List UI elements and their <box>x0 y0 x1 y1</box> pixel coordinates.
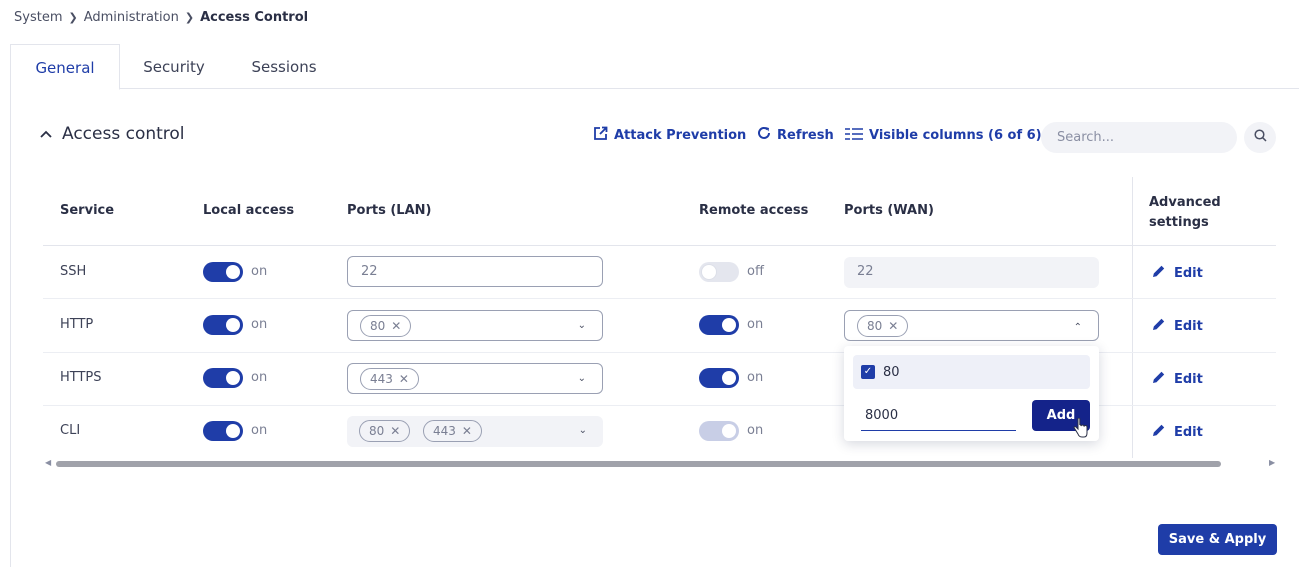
hand-pointer-icon <box>1073 417 1089 443</box>
chevron-up-icon[interactable]: ⌃ <box>1074 313 1082 342</box>
remote-access-state: on <box>747 370 764 385</box>
lan-ports-input[interactable]: 22 <box>347 256 603 287</box>
remote-access-state: on <box>747 423 764 438</box>
column-header-ports-lan: Ports (LAN) <box>347 203 432 218</box>
scroll-left-icon[interactable]: ◀ <box>45 458 51 467</box>
edit-button[interactable]: Edit <box>1152 423 1203 441</box>
remove-chip-icon[interactable]: ✕ <box>399 372 409 386</box>
save-apply-button[interactable]: Save & Apply <box>1158 524 1277 555</box>
checkbox-checked-icon[interactable]: ✓ <box>861 365 875 379</box>
remote-access-toggle <box>699 421 739 441</box>
column-header-advanced-settings: Advanced settings <box>1149 195 1221 230</box>
header-divider <box>43 245 1276 246</box>
column-header-service: Service <box>60 203 115 218</box>
local-access-state: on <box>251 370 268 385</box>
breadcrumb: System ❯ Administration ❯ Access Control <box>14 10 308 25</box>
port-chip: 443 ✕ <box>423 420 482 442</box>
attack-prevention-label: Attack Prevention <box>614 128 747 143</box>
search-button[interactable] <box>1244 122 1276 153</box>
pencil-icon <box>1152 317 1166 335</box>
port-chip: 80 ✕ <box>359 420 411 442</box>
tab-bar: General Security Sessions <box>11 44 1299 90</box>
scrollbar-thumb[interactable] <box>56 461 1221 467</box>
port-chip: 80 ✕ <box>360 315 412 337</box>
refresh-label: Refresh <box>777 127 834 143</box>
remote-access-toggle[interactable] <box>699 368 739 388</box>
edit-label: Edit <box>1174 265 1203 281</box>
wan-ports-select[interactable]: 80 ✕ ⌃ <box>844 310 1099 341</box>
chevron-down-icon[interactable]: ⌄ <box>578 364 586 393</box>
pencil-icon <box>1152 264 1166 282</box>
column-header-ports-wan: Ports (WAN) <box>844 203 934 218</box>
lan-ports-select: 80 ✕ 443 ✕ ⌄ <box>347 416 603 447</box>
chevron-down-icon: ⌄ <box>578 425 587 436</box>
local-access-state: on <box>251 264 268 279</box>
breadcrumb-item-administration[interactable]: Administration <box>84 10 179 25</box>
refresh-button[interactable]: Refresh <box>757 126 834 144</box>
visible-columns-label: Visible columns (6 of 6) <box>869 127 1042 143</box>
local-access-toggle[interactable] <box>203 262 243 282</box>
port-chip: 443 ✕ <box>360 368 419 390</box>
service-name: CLI <box>60 423 81 438</box>
wan-ports-field: 22 <box>844 257 1099 288</box>
tab-sessions[interactable]: Sessions <box>242 44 326 89</box>
local-access-state: on <box>251 317 268 332</box>
remote-access-toggle[interactable] <box>699 315 739 335</box>
section-title: Access control <box>62 124 185 144</box>
edit-button[interactable]: Edit <box>1152 264 1203 282</box>
ports-dropdown: ✓ 80 Add <box>844 346 1099 441</box>
pencil-icon <box>1152 423 1166 441</box>
new-port-input[interactable] <box>861 401 1016 431</box>
search-input[interactable] <box>1041 122 1237 153</box>
dropdown-option[interactable]: ✓ 80 <box>853 355 1090 389</box>
service-name: SSH <box>60 264 87 279</box>
remote-access-state: off <box>747 264 764 279</box>
remove-chip-icon[interactable]: ✕ <box>888 319 898 333</box>
lan-ports-select[interactable]: 80 ✕ ⌄ <box>347 310 603 341</box>
horizontal-scrollbar[interactable]: ◀ ▶ <box>43 458 1276 470</box>
chevron-right-icon: ❯ <box>184 11 195 24</box>
remove-chip-icon: ✕ <box>461 424 472 438</box>
edit-button[interactable]: Edit <box>1152 370 1203 388</box>
tab-general[interactable]: General <box>11 44 120 90</box>
columns-icon <box>845 126 863 144</box>
chevron-right-icon: ❯ <box>68 11 78 24</box>
search-icon <box>1253 129 1267 146</box>
dropdown-option-label: 80 <box>883 364 900 380</box>
breadcrumb-current: Access Control <box>200 10 309 25</box>
remove-chip-icon: ✕ <box>390 424 401 438</box>
refresh-icon <box>757 126 771 144</box>
remote-access-state: on <box>747 317 764 332</box>
local-access-toggle[interactable] <box>203 421 243 441</box>
remote-access-toggle[interactable] <box>699 262 739 282</box>
edit-label: Edit <box>1174 371 1203 387</box>
port-chip: 80 ✕ <box>857 315 909 337</box>
edit-button[interactable]: Edit <box>1152 317 1203 335</box>
column-header-local-access: Local access <box>203 203 295 218</box>
edit-label: Edit <box>1174 318 1203 334</box>
pencil-icon <box>1152 370 1166 388</box>
row-divider <box>43 298 1276 299</box>
local-access-toggle[interactable] <box>203 368 243 388</box>
scroll-right-icon[interactable]: ▶ <box>1269 458 1275 467</box>
breadcrumb-item-system[interactable]: System <box>14 10 62 25</box>
chevron-up-icon[interactable] <box>40 127 52 141</box>
local-access-state: on <box>251 423 268 438</box>
visible-columns-button[interactable]: Visible columns (6 of 6) <box>845 126 1042 144</box>
attack-prevention-link[interactable]: Attack Prevention <box>593 126 746 145</box>
service-name: HTTPS <box>60 370 102 385</box>
external-link-icon <box>593 126 608 145</box>
service-name: HTTP <box>60 317 94 332</box>
tab-security[interactable]: Security <box>136 44 212 89</box>
lan-ports-select[interactable]: 443 ✕ ⌄ <box>347 363 603 394</box>
edit-label: Edit <box>1174 424 1203 440</box>
column-divider <box>1132 177 1133 458</box>
remove-chip-icon[interactable]: ✕ <box>391 319 401 333</box>
column-header-remote-access: Remote access <box>699 203 809 218</box>
section-header: Access control <box>40 124 185 144</box>
local-access-toggle[interactable] <box>203 315 243 335</box>
chevron-down-icon[interactable]: ⌄ <box>578 311 586 340</box>
